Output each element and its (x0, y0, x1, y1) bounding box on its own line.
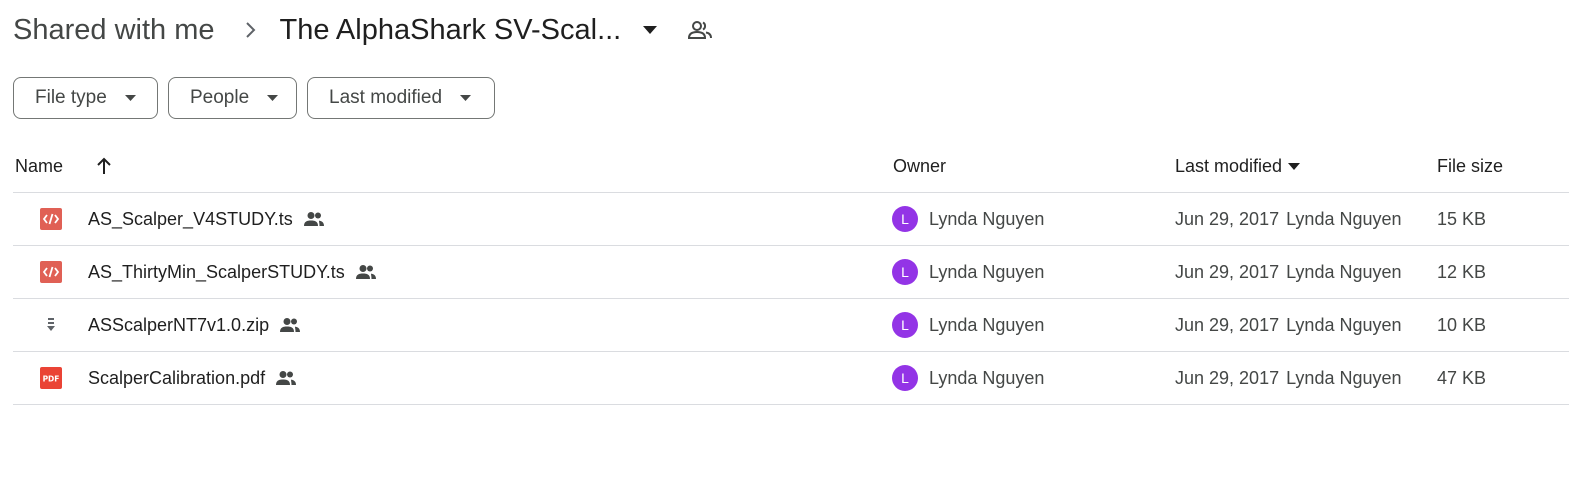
sort-ascending-arrow-icon[interactable] (93, 140, 115, 192)
filter-last-modified[interactable]: Last modified (307, 77, 495, 119)
file-name: AS_ThirtyMin_ScalperSTUDY.ts (88, 261, 345, 282)
dropdown-arrow-icon (1288, 162, 1301, 170)
shared-people-icon[interactable] (685, 15, 715, 45)
file-name: ScalperCalibration.pdf (88, 367, 266, 388)
dropdown-arrow-icon (124, 95, 136, 101)
modified-date: Jun 29, 2017 (1175, 367, 1280, 388)
filter-file-type[interactable]: File type (13, 77, 158, 119)
file-name: AS_Scalper_V4STUDY.ts (88, 208, 293, 229)
code-file-icon (40, 193, 62, 245)
owner-name: Lynda Nguyen (929, 261, 1045, 282)
avatar: L (892, 365, 918, 391)
file-name: ASScalperNT7v1.0.zip (88, 314, 270, 335)
breadcrumb: Shared with me The AlphaShark SV-Scal... (13, 8, 715, 52)
file-name-cell: AS_Scalper_V4STUDY.ts (88, 193, 325, 245)
avatar: L (892, 259, 918, 285)
dropdown-arrow-icon (460, 95, 472, 101)
table-row[interactable]: ASScalperNT7v1.0.zip L Lynda Nguyen Jun … (13, 299, 1569, 352)
zip-file-icon (40, 299, 62, 351)
modified-by: Lynda Nguyen (1286, 367, 1402, 388)
last-modified-cell: Jun 29, 2017 Lynda Nguyen (1175, 246, 1402, 298)
chevron-right-icon (236, 21, 266, 39)
filter-last-modified-label: Last modified (329, 87, 443, 108)
owner-cell: L Lynda Nguyen (892, 193, 1044, 245)
file-list: Name Owner Last modified File size AS_Sc… (13, 140, 1569, 405)
file-size: 15 KB (1437, 208, 1487, 229)
modified-by: Lynda Nguyen (1286, 261, 1402, 282)
file-size: 12 KB (1437, 261, 1487, 282)
filter-file-type-label: File type (35, 87, 107, 108)
column-header-name[interactable]: Name (15, 140, 63, 192)
breadcrumb-current-folder[interactable]: The AlphaShark SV-Scal... (280, 14, 622, 47)
last-modified-cell: Jun 29, 2017 Lynda Nguyen (1175, 352, 1402, 404)
breadcrumb-shared-with-me[interactable]: Shared with me (13, 14, 215, 47)
code-file-icon (40, 246, 62, 298)
modified-by: Lynda Nguyen (1286, 314, 1402, 335)
shared-people-icon (303, 211, 325, 227)
file-size: 47 KB (1437, 367, 1487, 388)
filter-people[interactable]: People (168, 77, 297, 119)
shared-people-icon (355, 264, 377, 280)
modified-date: Jun 29, 2017 (1175, 314, 1280, 335)
pdf-icon-label: PDF (43, 375, 60, 384)
avatar: L (892, 312, 918, 338)
owner-cell: L Lynda Nguyen (892, 352, 1044, 404)
table-header: Name Owner Last modified File size (13, 140, 1569, 193)
file-name-cell: ScalperCalibration.pdf (88, 352, 297, 404)
last-modified-cell: Jun 29, 2017 Lynda Nguyen (1175, 299, 1402, 351)
owner-cell: L Lynda Nguyen (892, 299, 1044, 351)
owner-name: Lynda Nguyen (929, 208, 1045, 229)
shared-people-icon (275, 370, 297, 386)
owner-cell: L Lynda Nguyen (892, 246, 1044, 298)
modified-date: Jun 29, 2017 (1175, 208, 1280, 229)
pdf-file-icon: PDF (40, 352, 62, 404)
table-row[interactable]: AS_Scalper_V4STUDY.ts L Lynda Nguyen Jun… (13, 193, 1569, 246)
modified-date: Jun 29, 2017 (1175, 261, 1280, 282)
filter-people-label: People (190, 87, 250, 108)
file-name-cell: AS_ThirtyMin_ScalperSTUDY.ts (88, 246, 377, 298)
dropdown-arrow-icon (267, 95, 279, 101)
avatar: L (892, 206, 918, 232)
column-header-file-size: File size (1437, 155, 1504, 176)
last-modified-cell: Jun 29, 2017 Lynda Nguyen (1175, 193, 1402, 245)
column-header-last-modified-label: Last modified (1175, 155, 1283, 176)
owner-name: Lynda Nguyen (929, 367, 1045, 388)
owner-name: Lynda Nguyen (929, 314, 1045, 335)
table-row[interactable]: PDF ScalperCalibration.pdf L Lynda Nguye… (13, 352, 1569, 405)
filter-bar: File type People Last modified (13, 77, 495, 119)
modified-by: Lynda Nguyen (1286, 208, 1402, 229)
column-header-owner: Owner (893, 155, 947, 176)
file-size: 10 KB (1437, 314, 1487, 335)
file-name-cell: ASScalperNT7v1.0.zip (88, 299, 301, 351)
shared-people-icon (279, 317, 301, 333)
table-row[interactable]: AS_ThirtyMin_ScalperSTUDY.ts L Lynda Ngu… (13, 246, 1569, 299)
column-header-last-modified[interactable]: Last modified (1175, 140, 1301, 192)
folder-menu-dropdown-icon[interactable] (635, 15, 665, 45)
